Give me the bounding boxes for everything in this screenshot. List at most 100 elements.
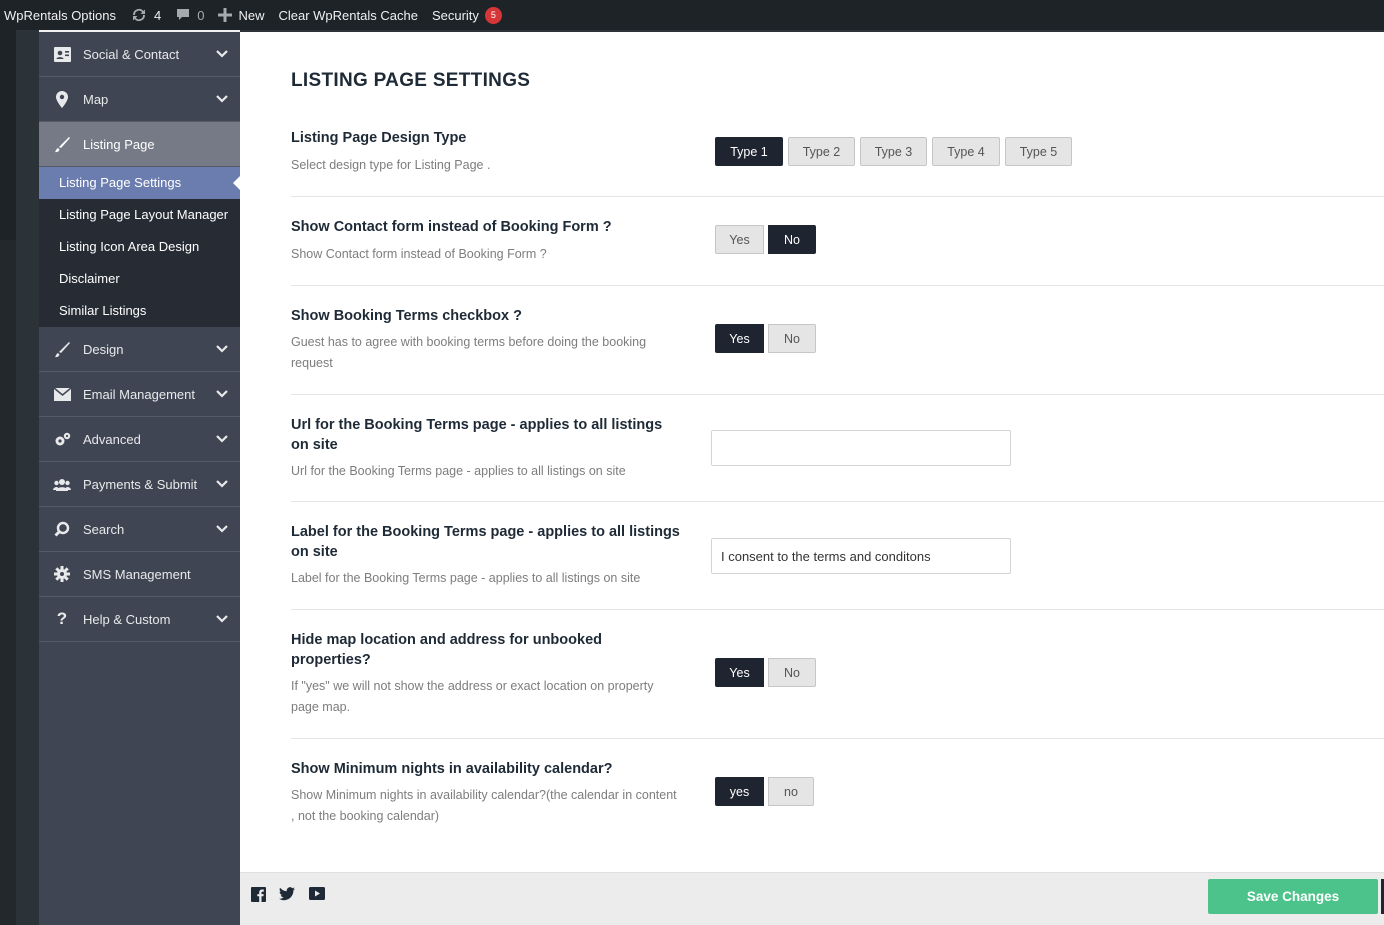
design-type-5-button[interactable]: Type 5	[1005, 137, 1072, 166]
new-content-link[interactable]: New	[211, 0, 271, 30]
setting-label: Listing Page Design Type	[291, 130, 467, 146]
setting-terms-url: Url for the Booking Terms page - applies…	[291, 415, 1384, 502]
design-type-4-button[interactable]: Type 4	[932, 137, 1000, 166]
brush-icon	[51, 136, 73, 153]
hide-map-toggle: Yes No	[715, 658, 816, 687]
subnav-listing-icon-area-design[interactable]: Listing Icon Area Design	[39, 231, 240, 263]
contact-form-yes-button[interactable]: Yes	[715, 225, 764, 254]
updates-link[interactable]: 4	[123, 0, 168, 30]
nav-label: Help & Custom	[83, 611, 171, 627]
nav-sms-management[interactable]: SMS Management	[39, 552, 240, 597]
brush-icon	[51, 341, 73, 358]
design-type-3-button[interactable]: Type 3	[860, 137, 927, 166]
security-label: Security	[431, 7, 479, 23]
nav-listing-page[interactable]: Listing Page	[39, 122, 240, 167]
setting-label: Url for the Booking Terms page - applies…	[291, 417, 663, 453]
nav-advanced[interactable]: Advanced	[39, 417, 240, 462]
min-nights-no-button[interactable]: no	[768, 777, 814, 806]
admin-bar: WpRentals Options 4 0 New Clear WpRental…	[0, 0, 1384, 30]
setting-hide-map: Hide map location and address for unbook…	[291, 630, 1384, 739]
setting-label: Show Minimum nights in availability cale…	[291, 761, 613, 777]
setting-description: Show Contact form instead of Booking For…	[291, 247, 547, 261]
contact-card-icon	[51, 46, 73, 62]
options-footer: Save Changes	[240, 872, 1384, 925]
users-icon	[51, 478, 73, 491]
setting-booking-terms: Show Booking Terms checkbox ? Guest has …	[291, 306, 1384, 395]
chevron-down-icon	[216, 386, 228, 401]
comments-link[interactable]: 0	[168, 0, 211, 30]
setting-description: Url for the Booking Terms page - applies…	[291, 464, 626, 478]
nav-social-contact[interactable]: Social & Contact	[39, 32, 240, 77]
setting-description: Label for the Booking Terms page - appli…	[291, 571, 641, 585]
chevron-down-icon	[216, 91, 228, 106]
min-nights-toggle: yes no	[715, 777, 814, 806]
question-icon: ?	[56, 609, 68, 628]
setting-label: Show Contact form instead of Booking For…	[291, 219, 612, 235]
youtube-icon[interactable]	[309, 887, 325, 905]
setting-label: Label for the Booking Terms page - appli…	[291, 524, 680, 560]
wp-admin-menu-bg	[0, 240, 16, 925]
nav-payments-submit[interactable]: Payments & Submit	[39, 462, 240, 507]
terms-label-input[interactable]	[711, 538, 1011, 574]
nav-label: Listing Page	[83, 136, 155, 152]
nav-label: Map	[83, 91, 109, 107]
terms-url-input[interactable]	[711, 430, 1011, 466]
nav-design[interactable]: Design	[39, 327, 240, 372]
setting-label: Hide map location and address for unbook…	[291, 632, 602, 668]
nav-label: Social & Contact	[83, 46, 180, 62]
comment-icon	[175, 7, 191, 23]
save-changes-button[interactable]: Save Changes	[1208, 879, 1378, 914]
nav-label: SMS Management	[83, 566, 191, 582]
menu-strip	[16, 30, 39, 925]
gears-icon	[51, 432, 73, 447]
subnav-listing-page-layout-manager[interactable]: Listing Page Layout Manager	[39, 199, 240, 231]
booking-terms-yes-button[interactable]: Yes	[715, 324, 764, 353]
nav-search[interactable]: Search	[39, 507, 240, 552]
design-type-2-button[interactable]: Type 2	[788, 137, 855, 166]
hide-map-yes-button[interactable]: Yes	[715, 658, 764, 687]
design-type-selector: Type 1 Type 2 Type 3 Type 4 Type 5	[715, 137, 1077, 166]
settings-panel: LISTING PAGE SETTINGS Listing Page Desig…	[240, 32, 1384, 872]
setting-description: Select design type for Listing Page .	[291, 158, 491, 172]
nav-label: Payments & Submit	[83, 476, 198, 492]
gear-icon	[51, 566, 73, 582]
booking-terms-no-button[interactable]: No	[768, 324, 816, 353]
options-sidebar: Social & Contact Map Listing Page Listin…	[39, 32, 240, 925]
chevron-down-icon	[216, 476, 228, 491]
chevron-down-icon	[216, 431, 228, 446]
facebook-icon[interactable]	[251, 887, 266, 907]
nav-label: Email Management	[83, 386, 195, 402]
hide-map-no-button[interactable]: No	[768, 658, 816, 687]
subnav-listing-page-settings[interactable]: Listing Page Settings	[39, 167, 240, 199]
wp-admin-menu	[0, 30, 16, 240]
nav-map[interactable]: Map	[39, 77, 240, 122]
updates-count: 4	[154, 7, 162, 23]
listing-page-submenu: Listing Page Settings Listing Page Layou…	[39, 167, 240, 327]
setting-terms-label: Label for the Booking Terms page - appli…	[291, 522, 1384, 610]
site-name-link[interactable]: WpRentals Options	[0, 0, 123, 30]
nav-email-management[interactable]: Email Management	[39, 372, 240, 417]
clear-cache-link[interactable]: Clear WpRentals Cache	[271, 0, 424, 30]
envelope-icon	[51, 387, 73, 401]
setting-min-nights: Show Minimum nights in availability cale…	[291, 759, 1384, 839]
booking-terms-toggle: Yes No	[715, 324, 816, 353]
nav-help-custom[interactable]: ? Help & Custom	[39, 597, 240, 642]
nav-label: Advanced	[83, 431, 141, 447]
page-title: LISTING PAGE SETTINGS	[291, 70, 531, 91]
min-nights-yes-button[interactable]: yes	[715, 777, 764, 806]
twitter-icon[interactable]	[279, 887, 295, 906]
setting-description: Guest has to agree with booking terms be…	[291, 335, 647, 370]
security-link[interactable]: Security 5	[425, 0, 509, 30]
design-type-1-button[interactable]: Type 1	[715, 137, 783, 166]
chevron-down-icon	[216, 611, 228, 626]
contact-form-no-button[interactable]: No	[768, 225, 816, 254]
security-badge: 5	[484, 6, 502, 24]
chevron-down-icon	[216, 341, 228, 356]
nav-label: Search	[83, 521, 125, 537]
nav-label: Design	[83, 341, 124, 357]
comments-count: 0	[197, 7, 205, 23]
subnav-disclaimer[interactable]: Disclaimer	[39, 263, 240, 295]
subnav-similar-listings[interactable]: Similar Listings	[39, 295, 240, 327]
setting-description: If "yes" we will not show the address or…	[291, 679, 654, 714]
clear-cache-label: Clear WpRentals Cache	[278, 7, 418, 23]
